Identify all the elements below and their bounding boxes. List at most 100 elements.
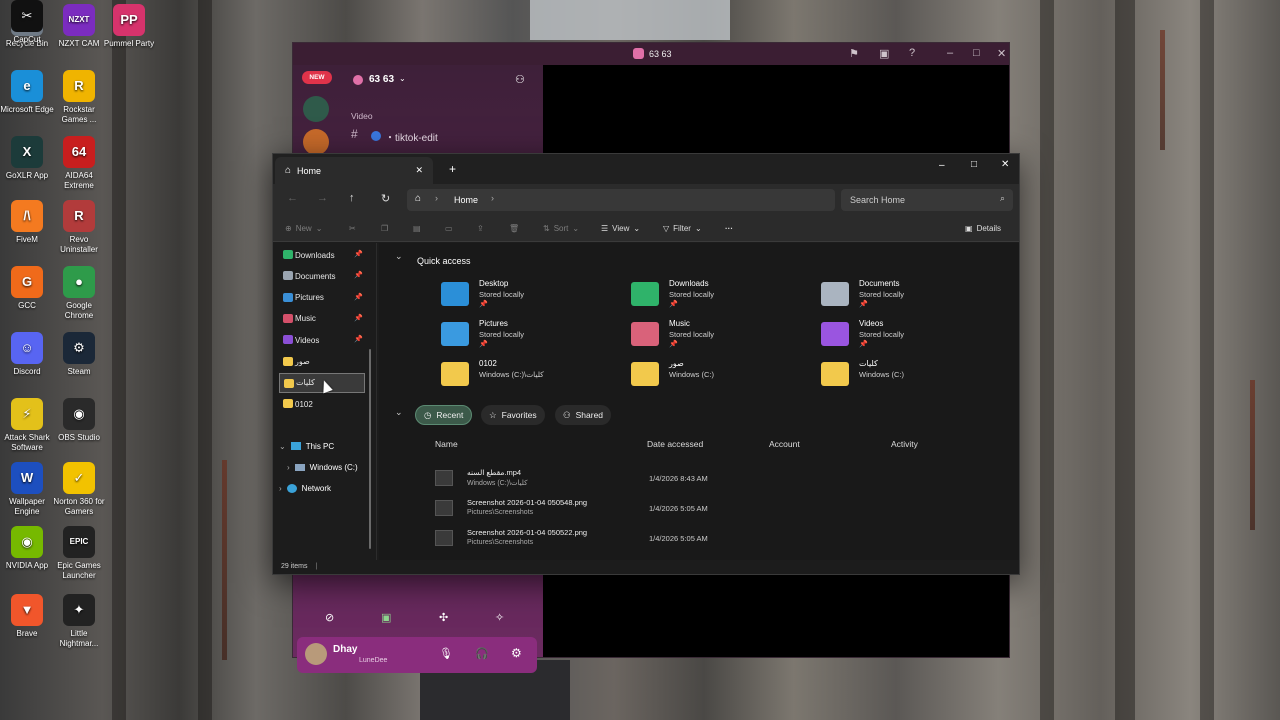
table-row[interactable]: مقطع السنه.mp4 Windows (C:)\كليات 1/4/2026…: [435, 465, 999, 493]
microphone-icon[interactable]: 🎙: [439, 647, 453, 660]
quick-access-tile[interactable]: Videos Stored locally 📌: [821, 319, 1001, 355]
desktop-shortcut[interactable]: ● Google Chrome: [52, 266, 106, 321]
category-label[interactable]: Video: [351, 111, 373, 121]
new-badge[interactable]: NEW: [302, 71, 332, 84]
tab-shared[interactable]: ⚇ Shared: [555, 405, 612, 425]
chevron-right-icon[interactable]: ›: [287, 463, 290, 472]
quick-access-tile[interactable]: Desktop Stored locally 📌: [441, 279, 621, 315]
minimize-button[interactable]: –: [939, 160, 945, 171]
column-name[interactable]: Name: [435, 439, 458, 449]
invite-people-icon[interactable]: ⚇: [515, 73, 525, 86]
screen-share-icon[interactable]: ▣: [381, 611, 391, 624]
desktop-shortcut[interactable]: PP Pummel Party: [102, 4, 156, 49]
quick-access-tile[interactable]: 0102 Windows (C:)\كليات: [441, 359, 621, 395]
help-icon[interactable]: ?: [909, 47, 915, 59]
quick-access-tile[interactable]: Documents Stored locally 📌: [821, 279, 1001, 315]
desktop-shortcut[interactable]: ◉ NVIDIA App: [0, 526, 54, 571]
chevron-right-icon[interactable]: ›: [279, 484, 282, 493]
nav-scrollbar[interactable]: [369, 349, 371, 549]
desktop-shortcut[interactable]: W Wallpaper Engine: [0, 462, 54, 517]
paste-icon[interactable]: ▤: [413, 224, 421, 233]
tab-recent[interactable]: ◷ Recent: [415, 405, 473, 425]
desktop-shortcut[interactable]: 64 AIDA64 Extreme: [52, 136, 106, 191]
chevron-down-icon[interactable]: ⌄: [279, 442, 286, 451]
desktop-shortcut[interactable]: ▼ Brave: [0, 594, 54, 639]
up-icon[interactable]: ↑: [349, 192, 355, 204]
new-tab-button[interactable]: +: [449, 162, 456, 176]
collapse-chevron-icon[interactable]: ⌄: [395, 407, 403, 418]
column-account[interactable]: Account: [769, 439, 800, 449]
nav-this-pc[interactable]: ⌄ This PC: [279, 437, 334, 455]
camera-off-icon[interactable]: ⊘: [325, 611, 334, 624]
quick-access-tile[interactable]: Downloads Stored locally 📌: [631, 279, 811, 315]
table-row[interactable]: Screenshot 2026-01-04 050548.png Pictures…: [435, 495, 999, 523]
new-button[interactable]: ⊕ New ⌄: [285, 224, 322, 233]
desktop-shortcut[interactable]: G GCC: [0, 266, 54, 311]
desktop-shortcut[interactable]: X GoXLR App: [0, 136, 54, 181]
minimize-button[interactable]: –: [947, 47, 953, 59]
server-name[interactable]: 63 63: [369, 74, 394, 85]
copy-icon[interactable]: ❐: [381, 224, 388, 233]
headphones-icon[interactable]: 🎧: [475, 647, 489, 660]
desktop-shortcut[interactable]: ☺ Discord: [0, 332, 54, 377]
tab-favorites[interactable]: ☆ Favorites: [481, 405, 545, 425]
desktop-shortcut[interactable]: EPIC Epic Games Launcher: [52, 526, 106, 581]
cut-icon[interactable]: ✂: [349, 224, 356, 233]
nav-item[interactable]: Documents 📌: [279, 266, 365, 286]
desktop-shortcut[interactable]: R Rockstar Games ...: [52, 70, 106, 125]
desktop-shortcut[interactable]: ⚙ Steam: [52, 332, 106, 377]
soundboard-icon[interactable]: ✧: [495, 611, 504, 624]
close-button[interactable]: ✕: [1001, 159, 1009, 170]
details-button[interactable]: ▣ Details: [965, 224, 1001, 233]
inbox-icon[interactable]: ▣: [879, 47, 889, 60]
desktop-shortcut[interactable]: R Revo Uninstaller: [52, 200, 106, 255]
inbox-flag-icon[interactable]: ⚑: [849, 47, 859, 60]
forward-icon[interactable]: →: [317, 192, 328, 204]
view-button[interactable]: ☰ View ⌄: [601, 224, 640, 233]
breadcrumb[interactable]: Home: [454, 195, 478, 205]
settings-gear-icon[interactable]: ⚙: [511, 646, 522, 660]
nav-item[interactable]: 0102: [279, 394, 365, 414]
nav-network[interactable]: › Network: [279, 479, 331, 497]
column-activity[interactable]: Activity: [891, 439, 918, 449]
desktop-shortcut[interactable]: ✓ Norton 360 for Gamers: [52, 462, 106, 517]
user-name[interactable]: Dhay: [333, 644, 357, 655]
avatar[interactable]: [305, 643, 327, 665]
nav-item[interactable]: Videos 📌: [279, 330, 365, 350]
filter-button[interactable]: ▽ Filter ⌄: [663, 224, 702, 233]
sort-button[interactable]: ⇅ Sort ⌄: [543, 224, 579, 233]
collapse-chevron-icon[interactable]: ⌄: [395, 251, 403, 262]
back-icon[interactable]: ←: [287, 192, 298, 204]
quick-access-tile[interactable]: Music Stored locally 📌: [631, 319, 811, 355]
activities-icon[interactable]: ✣: [439, 611, 448, 624]
desktop-shortcut[interactable]: e Microsoft Edge: [0, 70, 54, 115]
search-box[interactable]: Search Home ⌕: [841, 189, 1013, 211]
address-bar[interactable]: ⌂ › Home ›: [407, 189, 835, 211]
quick-access-tile[interactable]: Pictures Stored locally 📌: [441, 319, 621, 355]
nav-drive-c[interactable]: › Windows (C:): [287, 458, 358, 476]
desktop-shortcut[interactable]: NZXT NZXT CAM: [52, 4, 106, 49]
nav-item[interactable]: Pictures 📌: [279, 288, 365, 308]
rename-icon[interactable]: ▭: [445, 224, 453, 233]
delete-icon[interactable]: 🗑: [509, 224, 519, 233]
channel-name[interactable]: ・tiktok-edit: [385, 129, 438, 144]
close-button[interactable]: ✕: [997, 47, 1006, 60]
maximize-button[interactable]: □: [971, 159, 977, 170]
quick-access-heading[interactable]: Quick access: [417, 256, 471, 266]
desktop-shortcut[interactable]: ◉ OBS Studio: [52, 398, 106, 443]
chevron-down-icon[interactable]: ⌄: [399, 74, 406, 83]
refresh-icon[interactable]: ↻: [381, 192, 390, 205]
desktop-shortcut[interactable]: /\ FiveM: [0, 200, 54, 245]
maximize-button[interactable]: □: [973, 47, 980, 59]
tab-home[interactable]: ⌂ Home ✕: [275, 157, 433, 184]
search-input[interactable]: Search Home: [850, 195, 905, 205]
close-tab-icon[interactable]: ✕: [415, 165, 423, 176]
column-date-accessed[interactable]: Date accessed: [647, 439, 703, 449]
server-icon[interactable]: [303, 96, 329, 122]
nav-item[interactable]: Downloads 📌: [279, 245, 365, 265]
quick-access-tile[interactable]: صور Windows (C:): [631, 359, 811, 395]
desktop-shortcut[interactable]: ⚡ Attack Shark Software: [0, 398, 54, 453]
nav-item[interactable]: Music 📌: [279, 309, 365, 329]
nav-item[interactable]: صور: [279, 352, 365, 372]
table-row[interactable]: Screenshot 2026-01-04 050522.png Pictures…: [435, 525, 999, 553]
